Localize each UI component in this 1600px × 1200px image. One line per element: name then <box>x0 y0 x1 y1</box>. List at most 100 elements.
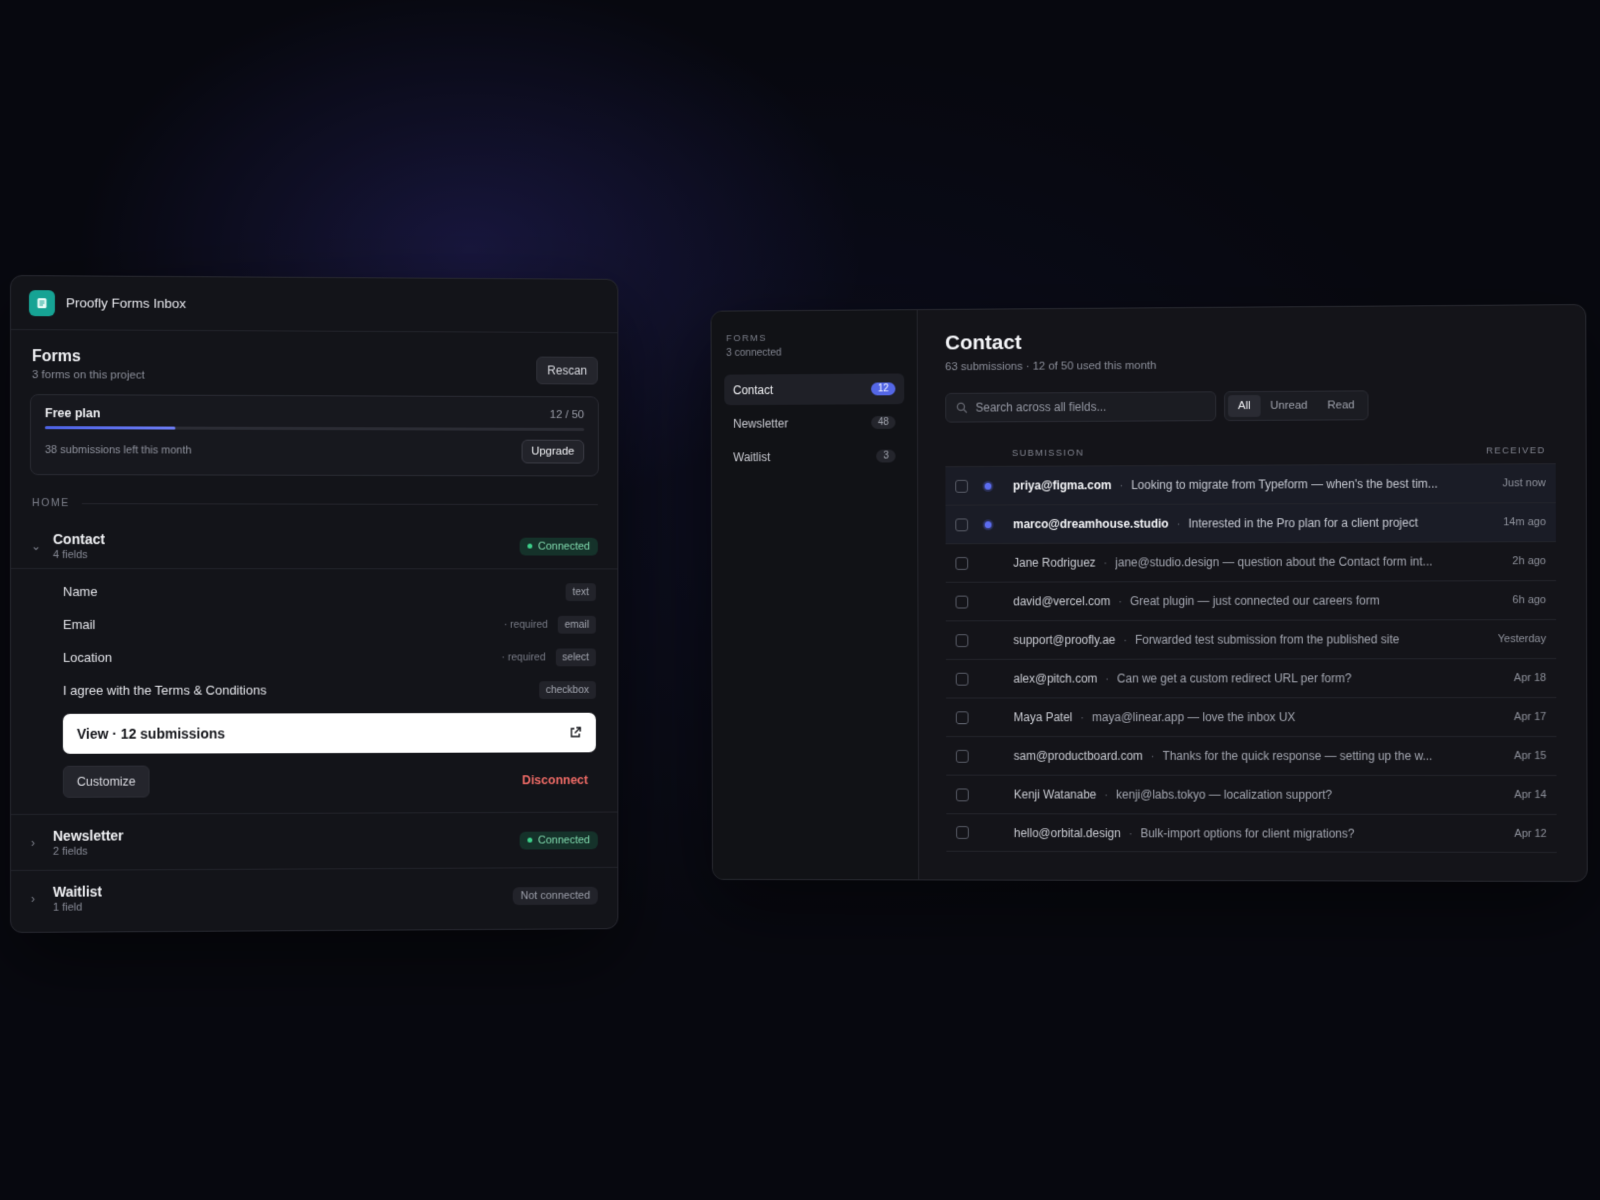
row-received: Apr 14 <box>1514 788 1547 801</box>
sidebar-item-contact[interactable]: Contact 12 <box>724 373 905 406</box>
row-sender: marco@dreamhouse.studio <box>1013 516 1169 532</box>
forms-header: Forms 3 forms on this project Rescan <box>11 330 617 385</box>
row-sender: hello@orbital.design <box>1013 825 1121 840</box>
sidebar-item-newsletter[interactable]: Newsletter 48 <box>724 407 904 439</box>
sidebar-subtitle: 3 connected <box>726 346 782 359</box>
column-received: RECEIVED <box>1486 444 1546 457</box>
column-submission: SUBMISSION <box>1011 447 1085 459</box>
plan-progress-track <box>44 426 585 431</box>
panel-header: Proofly Forms Inbox <box>10 276 618 334</box>
upgrade-button[interactable]: Upgrade <box>521 439 585 464</box>
chevron-down-icon[interactable]: ⌄ <box>31 539 53 553</box>
form-row-contact[interactable]: ⌄ Contact 4 fields Connected <box>10 509 618 570</box>
form-row-waitlist[interactable]: › Waitlist 1 field Not connected <box>10 866 618 926</box>
chevron-right-icon[interactable]: › <box>31 891 53 905</box>
row-preview: jane@studio.design — question about the … <box>1115 554 1433 570</box>
field-row-location: Location · required select <box>11 641 617 674</box>
disconnect-button[interactable]: Disconnect <box>522 773 588 787</box>
separator-dot: · <box>1118 594 1123 609</box>
status-dot-icon <box>527 543 533 549</box>
submissions-table: SUBMISSION RECEIVED priya@figma.com · Look… <box>945 437 1557 853</box>
status-badge: Connected <box>519 537 598 556</box>
sidebar-label: FORMS <box>726 332 768 345</box>
field-row-email: Email · required email <box>11 608 617 641</box>
form-row-newsletter[interactable]: › Newsletter 2 fields Connected <box>10 811 618 870</box>
row-preview: Looking to migrate from Typeform — when'… <box>1131 476 1438 493</box>
form-field-count: 4 fields <box>52 548 88 561</box>
table-row[interactable]: Maya Patel · maya@linear.app — love the in… <box>946 697 1557 737</box>
table-row[interactable]: Jane Rodriguez · jane@studio.design — ques… <box>945 541 1557 582</box>
table-row[interactable]: priya@figma.com · Looking to migrate from … <box>945 463 1556 505</box>
required-label: · required <box>501 651 546 663</box>
status-dot-icon <box>527 837 533 843</box>
filter-read[interactable]: Read <box>1317 394 1364 416</box>
search-input[interactable]: Search across all fields... <box>945 391 1217 423</box>
customize-button[interactable]: Customize <box>62 765 150 798</box>
forms-title: Forms <box>31 348 81 366</box>
table-row[interactable]: marco@dreamhouse.studio · Interested in th… <box>945 502 1556 544</box>
count-badge: 12 <box>870 382 896 396</box>
row-received: 14m ago <box>1503 516 1546 529</box>
table-row[interactable]: sam@productboard.com · Thanks for the quic… <box>946 736 1557 775</box>
row-received: 6h ago <box>1512 594 1547 607</box>
plan-card: Free plan 12 / 50 38 submissions left th… <box>29 394 599 477</box>
inbox-main: Contact 63 submissions · 12 of 50 used t… <box>918 305 1587 881</box>
field-row-terms: I agree with the Terms & Conditions chec… <box>11 673 617 707</box>
table-row[interactable]: support@proofly.ae · Forwarded test submis… <box>945 619 1557 659</box>
row-received: Just now <box>1502 477 1546 490</box>
filter-segmented-control: All Unread Read <box>1224 390 1369 422</box>
row-received: Apr 15 <box>1514 749 1547 762</box>
table-row[interactable]: david@vercel.com · Great plugin — just con… <box>945 580 1557 621</box>
unread-dot-icon <box>984 482 992 490</box>
field-type-badge: email <box>557 615 596 634</box>
row-preview: maya@linear.app — love the inbox UX <box>1092 710 1296 725</box>
row-preview: Bulk-import options for client migration… <box>1140 825 1355 841</box>
row-received: Yesterday <box>1497 633 1547 646</box>
row-checkbox[interactable] <box>955 479 968 493</box>
row-preview: kenji@labs.tokyo — localization support? <box>1116 787 1333 802</box>
row-checkbox[interactable] <box>955 517 969 531</box>
row-checkbox[interactable] <box>956 826 969 839</box>
row-checkbox[interactable] <box>955 556 969 570</box>
app-logo-icon <box>28 289 55 316</box>
table-row[interactable]: Kenji Watanabe · kenji@labs.tokyo — locali… <box>946 774 1557 814</box>
filter-all[interactable]: All <box>1228 394 1261 418</box>
row-checkbox[interactable] <box>956 787 969 801</box>
filter-unread[interactable]: Unread <box>1260 395 1317 417</box>
form-name: Waitlist <box>52 883 103 900</box>
app-title: Proofly Forms Inbox <box>65 295 187 312</box>
separator-dot: · <box>1104 787 1109 802</box>
sidebar-item-waitlist[interactable]: Waitlist 3 <box>724 441 904 472</box>
table-body: priya@figma.com · Looking to migrate from … <box>945 463 1557 853</box>
plan-progress-fill <box>44 426 176 430</box>
table-row[interactable]: hello@orbital.design · Bulk-import options… <box>946 813 1557 853</box>
row-checkbox[interactable] <box>955 672 969 686</box>
field-type-badge: checkbox <box>538 680 596 699</box>
table-header: SUBMISSION RECEIVED <box>945 437 1555 466</box>
row-checkbox[interactable] <box>955 595 969 609</box>
external-link-icon <box>569 726 583 740</box>
view-submissions-button[interactable]: View · 12 submissions <box>62 712 596 754</box>
plan-remaining: 38 submissions left this month <box>44 444 192 457</box>
separator-dot: · <box>1128 825 1133 840</box>
row-sender: Kenji Watanabe <box>1013 787 1097 802</box>
status-badge: Connected <box>519 830 598 850</box>
table-row[interactable]: alex@pitch.com · Can we get a custom redir… <box>945 658 1557 698</box>
row-preview: Forwarded test submission from the publi… <box>1135 632 1400 647</box>
row-received: Apr 12 <box>1514 827 1547 840</box>
form-field-count: 2 fields <box>52 845 88 858</box>
separator-dot: · <box>1150 748 1155 763</box>
required-label: · required <box>503 618 548 631</box>
search-icon <box>956 402 968 414</box>
rescan-button[interactable]: Rescan <box>536 356 598 385</box>
row-preview: Thanks for the quick response — setting … <box>1162 748 1433 763</box>
row-sender: priya@figma.com <box>1012 478 1112 493</box>
row-sender: david@vercel.com <box>1013 594 1111 609</box>
row-sender: Jane Rodriguez <box>1013 555 1096 570</box>
row-checkbox[interactable] <box>955 633 969 647</box>
chevron-right-icon[interactable]: › <box>31 835 53 849</box>
row-checkbox[interactable] <box>955 749 969 763</box>
row-checkbox[interactable] <box>955 710 969 724</box>
row-received: 2h ago <box>1512 555 1546 568</box>
plan-usage: 12 / 50 <box>549 409 585 422</box>
